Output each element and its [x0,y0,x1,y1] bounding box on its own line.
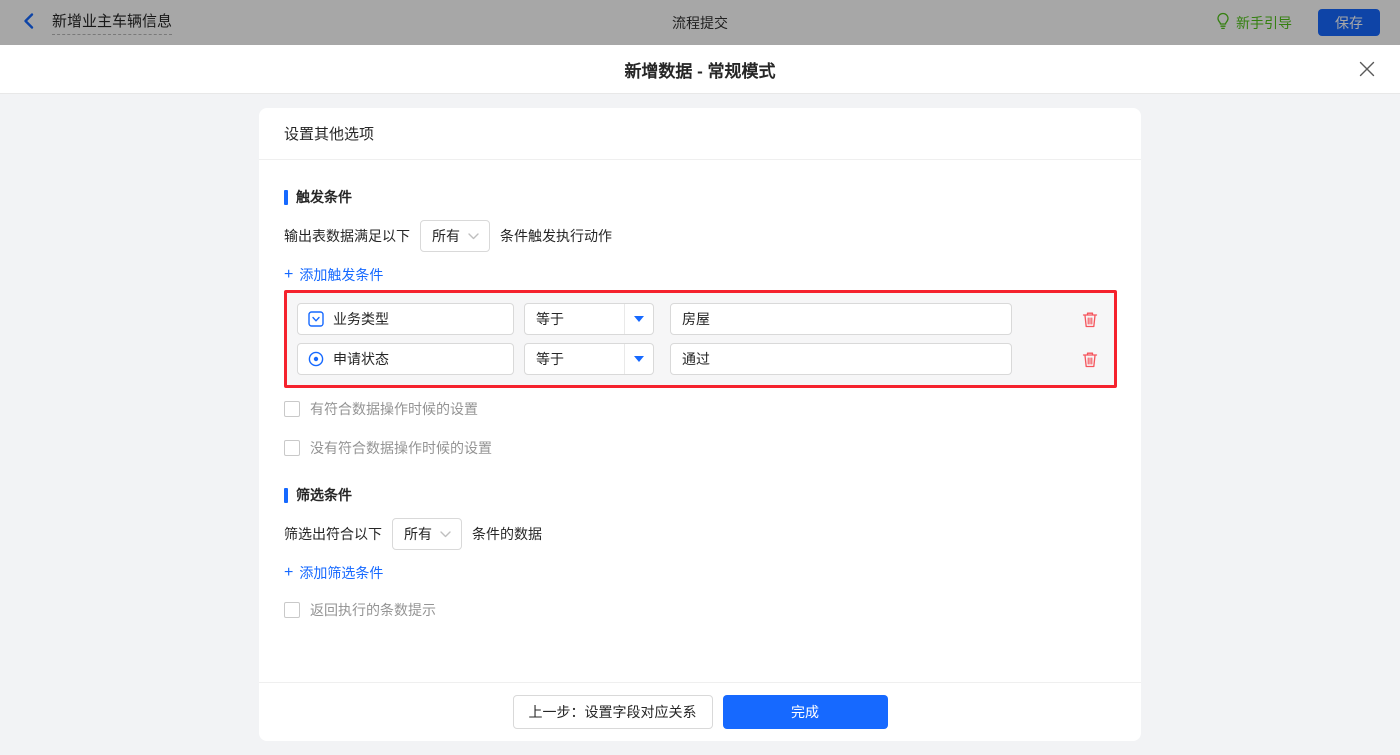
trigger-condition-row: 业务类型 等于 房屋 [297,303,1104,335]
checkbox-label: 没有符合数据操作时候的设置 [310,440,492,456]
condition-operator-value: 等于 [536,351,564,367]
trigger-match-row: 输出表数据满足以下 所有 条件触发执行动作 [284,220,1114,252]
trigger-match-select[interactable]: 所有 [420,220,490,252]
add-filter-condition-link[interactable]: + 添加筛选条件 [284,563,383,583]
delete-condition-trash-icon[interactable] [1082,311,1098,328]
trigger-checkboxes: 有符合数据操作时候的设置 没有符合数据操作时候的设置 [284,399,1114,458]
trigger-condition-row: 申请状态 等于 通过 [297,343,1104,375]
close-icon[interactable] [1358,60,1376,78]
modal-title: 新增数据 - 常规模式 [624,61,776,81]
chevron-down-icon [468,232,479,240]
checkbox-no-matched-data-settings[interactable]: 没有符合数据操作时候的设置 [284,438,1114,458]
condition-operator-select[interactable]: 等于 [524,343,654,375]
trigger-match-select-value: 所有 [432,228,460,244]
section-marker-bar [284,189,288,205]
trigger-section-title: 触发条件 [284,187,1114,207]
radio-field-icon [308,351,324,367]
condition-field-select[interactable]: 业务类型 [297,303,514,335]
filter-match-select-value: 所有 [404,526,432,542]
options-card: 设置其他选项 触发条件 输出表数据满足以下 所有 条件触发执行动作 + 添加触发… [259,108,1141,741]
checkbox-return-count-tip[interactable]: 返回执行的条数提示 [284,600,1114,620]
condition-value-text: 房屋 [682,311,710,327]
filter-match-select[interactable]: 所有 [392,518,462,550]
trigger-match-prefix: 输出表数据满足以下 [284,228,410,244]
add-trigger-condition-label: 添加触发条件 [299,267,384,283]
card-header-title: 设置其他选项 [284,126,375,143]
add-data-modal: 新增数据 - 常规模式 设置其他选项 触发条件 输出表数据满足以下 所有 条件触… [0,45,1400,755]
condition-value-input[interactable]: 房屋 [670,303,1012,335]
checkbox-icon [284,602,300,618]
condition-value-input[interactable]: 通过 [670,343,1012,375]
condition-field-label: 申请状态 [333,351,389,367]
caret-down-icon [624,344,653,374]
condition-field-label: 业务类型 [333,311,389,327]
condition-value-text: 通过 [682,351,710,367]
add-trigger-condition-link[interactable]: + 添加触发条件 [284,265,383,285]
plus-icon: + [284,266,294,283]
filter-section-title: 筛选条件 [284,485,1114,505]
add-filter-condition-label: 添加筛选条件 [299,565,384,581]
checkbox-label: 有符合数据操作时候的设置 [310,401,478,417]
trigger-conditions-group: 业务类型 等于 房屋 申请状态 等于 通过 [284,290,1117,388]
condition-field-select[interactable]: 申请状态 [297,343,514,375]
checkbox-icon [284,401,300,417]
card-footer: 上一步：设置字段对应关系 完成 [259,682,1141,741]
caret-down-icon [624,304,653,334]
filter-section: 筛选条件 筛选出符合以下 所有 条件的数据 + 添加筛选条件 返回执行的条数提示 [284,485,1114,620]
filter-match-suffix: 条件的数据 [472,526,542,542]
card-body: 触发条件 输出表数据满足以下 所有 条件触发执行动作 + 添加触发条件 业务类型… [259,160,1141,682]
checkbox-label: 返回执行的条数提示 [310,602,436,618]
trigger-match-suffix: 条件触发执行动作 [500,228,612,244]
header-dim-overlay [0,0,1400,45]
dropdown-field-icon [308,311,324,327]
card-header: 设置其他选项 [259,108,1141,160]
top-bar: 流程提交 新增业主车辆信息 新手引导 保存 [0,0,1400,45]
chevron-down-icon [440,530,451,538]
section-marker-bar [284,487,288,503]
modal-body: 设置其他选项 触发条件 输出表数据满足以下 所有 条件触发执行动作 + 添加触发… [0,94,1400,755]
filter-match-row: 筛选出符合以下 所有 条件的数据 [284,518,1114,550]
condition-operator-value: 等于 [536,311,564,327]
trigger-section-title-text: 触发条件 [296,189,352,205]
plus-icon: + [284,564,294,581]
done-button[interactable]: 完成 [722,695,888,729]
condition-operator-select[interactable]: 等于 [524,303,654,335]
prev-step-button[interactable]: 上一步：设置字段对应关系 [512,695,713,729]
filter-match-prefix: 筛选出符合以下 [284,526,382,542]
delete-condition-trash-icon[interactable] [1082,351,1098,368]
filter-section-title-text: 筛选条件 [296,487,352,503]
modal-title-bar: 新增数据 - 常规模式 [0,45,1400,94]
checkbox-matched-data-settings[interactable]: 有符合数据操作时候的设置 [284,399,1114,419]
checkbox-icon [284,440,300,456]
